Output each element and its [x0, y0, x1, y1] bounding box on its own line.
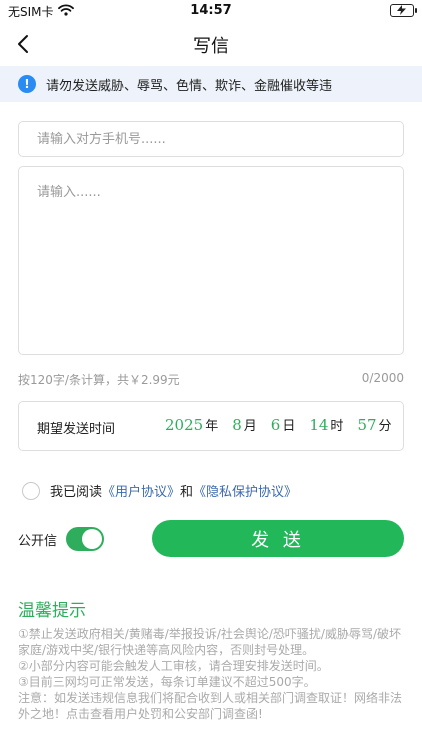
battery-charging-icon: [390, 4, 417, 17]
tip-line: ①禁止发送政府相关/黄赌毒/举报投诉/社会舆论/恐吓骚扰/威胁辱骂/破坏家庭/游…: [18, 627, 402, 657]
info-icon: !: [18, 75, 36, 93]
send-time-label: 期望发送时间: [37, 422, 116, 437]
tips-list: ①禁止发送政府相关/黄赌毒/举报投诉/社会舆论/恐吓骚扰/威胁辱骂/破坏家庭/游…: [18, 626, 410, 722]
clock: 14:57: [190, 3, 232, 18]
price-note: 按120字/条计算，共￥2.99元: [18, 373, 180, 387]
public-letter-label: 公开信: [18, 534, 58, 549]
write-letter-screen: 无SIM卡 14:57 写信 ! 请勿发送威胁、辱骂、色情、欺诈、金融催收等违 …: [0, 0, 422, 750]
send-time-values: 2025 年 8 月 6 日 14 时 57 分: [165, 415, 392, 434]
message-input[interactable]: [19, 167, 403, 354]
page-title: 写信: [193, 36, 229, 57]
phone-field: [18, 121, 404, 157]
month-value[interactable]: 8: [232, 416, 242, 434]
hour-value[interactable]: 14: [309, 416, 328, 434]
char-counter: 0/2000: [361, 371, 404, 385]
minute-unit: 分: [378, 419, 392, 434]
warning-notice: ! 请勿发送威胁、辱骂、色情、欺诈、金融催收等违: [0, 66, 422, 102]
hour-unit: 时: [330, 419, 344, 434]
message-field: [18, 166, 404, 355]
user-agreement-link[interactable]: 《用户协议》: [102, 481, 180, 500]
send-button[interactable]: 发 送: [152, 520, 404, 557]
month-unit: 月: [243, 419, 257, 434]
agreement-row: 我已阅读 《用户协议》 和 《隐私保护协议》: [22, 481, 297, 500]
status-bar: 无SIM卡 14:57: [0, 0, 422, 22]
tip-notice-link[interactable]: 注意：如发送违规信息我们将配合收到人或相关部门调查取证！网络非法外之地！点击查看…: [18, 690, 410, 722]
tips-title: 温馨提示: [18, 601, 86, 621]
send-time-picker[interactable]: 期望发送时间 2025 年 8 月 6 日 14 时 57 分: [18, 401, 404, 451]
day-unit: 日: [282, 419, 296, 434]
minute-value[interactable]: 57: [357, 416, 376, 434]
notice-text: 请勿发送威胁、辱骂、色情、欺诈、金融催收等违: [46, 78, 333, 94]
day-value[interactable]: 6: [271, 416, 281, 434]
tip-line: ②小部分内容可能会触发人工审核，请合理安排发送时间。: [18, 659, 329, 673]
phone-input[interactable]: [19, 122, 403, 156]
privacy-agreement-link[interactable]: 《隐私保护协议》: [193, 481, 297, 500]
tip-line: ③目前三网均可正常发送，每条订单建议不超过500字。: [18, 675, 316, 689]
agreement-checkbox[interactable]: [22, 481, 40, 500]
public-letter-toggle[interactable]: [66, 527, 104, 551]
agreement-prefix: 我已阅读: [50, 485, 103, 500]
year-value[interactable]: 2025: [165, 416, 203, 434]
agreement-and: 和: [180, 485, 194, 500]
nav-bar: 写信: [0, 22, 422, 66]
year-unit: 年: [205, 419, 219, 434]
